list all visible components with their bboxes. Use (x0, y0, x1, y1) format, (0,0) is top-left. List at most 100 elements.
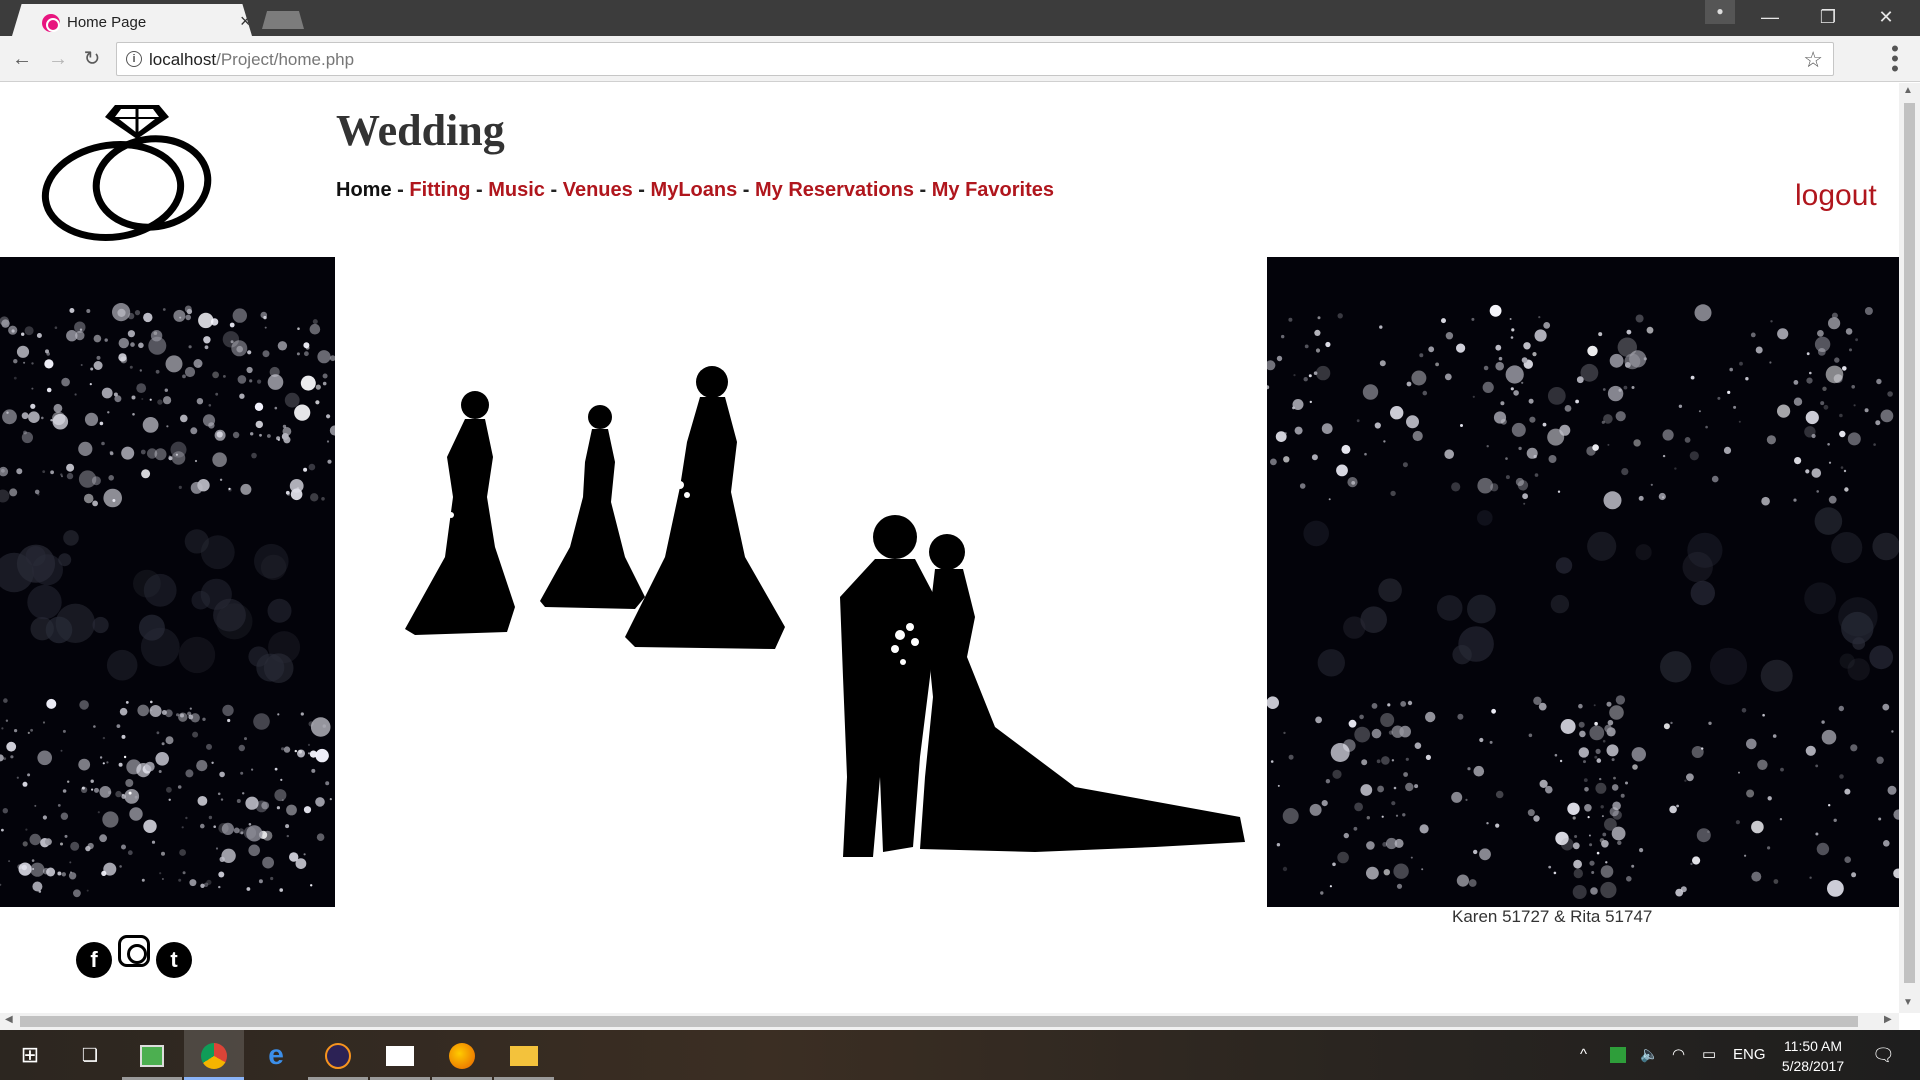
sparkle-dot (1554, 753, 1558, 757)
sparkle-dot (69, 861, 72, 864)
network-icon[interactable]: ◠ (1672, 1030, 1685, 1080)
sparkle-dot (258, 879, 263, 884)
vertical-scrollbar[interactable]: ▲ ▼ (1899, 83, 1920, 1013)
address-bar[interactable]: i localhost/Project/home.php ☆ (116, 42, 1834, 76)
sparkle-dot (310, 884, 313, 887)
scroll-left-arrow-icon[interactable]: ◀ (5, 1014, 13, 1025)
sparkle-dot (150, 330, 163, 342)
sparkle-dot (197, 479, 210, 492)
wedding-rings-logo[interactable] (35, 97, 215, 247)
system-clock[interactable]: 11:50 AM 5/28/2017 (1768, 1036, 1858, 1076)
sparkle-dot (309, 323, 321, 335)
sparkle-dot (1639, 848, 1644, 853)
sparkle-dot (121, 793, 125, 797)
sparkle-dot (1390, 490, 1396, 497)
nav-music[interactable]: Music (488, 179, 545, 201)
minimize-button[interactable]: — (1742, 0, 1798, 34)
sparkle-dot (260, 311, 268, 319)
firefox-icon[interactable] (432, 1030, 492, 1080)
sparkle-dot (1282, 866, 1288, 872)
sparkle-dot (113, 392, 118, 397)
page-viewport: Wedding Home - Fitting - Music - Venues … (0, 83, 1899, 1013)
bookmark-star-icon[interactable]: ☆ (1803, 47, 1823, 73)
facebook-icon[interactable]: f (76, 942, 112, 978)
sparkle-dot (123, 755, 127, 759)
forward-arrow-icon[interactable]: → (44, 45, 72, 73)
logout-link[interactable]: logout (1795, 179, 1877, 213)
close-window-button[interactable]: ✕ (1858, 0, 1914, 34)
vertical-scroll-thumb[interactable] (1904, 103, 1915, 983)
instagram-icon[interactable] (118, 935, 150, 967)
sparkle-dot (1828, 495, 1837, 504)
sparkle-dot (62, 729, 66, 733)
tab-close-icon[interactable]: × (240, 11, 251, 32)
sparkle-dot (1572, 885, 1587, 899)
start-button-icon[interactable]: ⊞ (0, 1030, 60, 1080)
back-arrow-icon[interactable]: ← (8, 45, 36, 73)
sparkle-dot (91, 788, 94, 791)
nav-home[interactable]: Home (336, 179, 392, 201)
sparkle-dot (188, 345, 192, 349)
mail-icon[interactable] (370, 1030, 430, 1080)
tray-app-icon[interactable] (1610, 1030, 1626, 1080)
notifications-icon[interactable]: 🗨 (1872, 1030, 1895, 1080)
task-view-icon[interactable]: ❏ (60, 1030, 120, 1080)
nav-venues[interactable]: Venues (563, 179, 633, 201)
sparkle-dot (206, 743, 212, 750)
sparkle-dot (165, 736, 174, 745)
nav-fitting[interactable]: Fitting (409, 179, 470, 201)
nav-myloans[interactable]: MyLoans (651, 179, 738, 201)
sparkle-dot (1579, 730, 1586, 738)
sparkle-dot (1321, 800, 1328, 807)
edge-icon[interactable]: e (246, 1030, 306, 1080)
sparkle-dot (1631, 747, 1646, 762)
chrome-icon[interactable] (184, 1030, 244, 1080)
restore-button[interactable]: ❐ (1800, 0, 1856, 34)
file-explorer-icon[interactable] (494, 1030, 554, 1080)
browser-menu-icon[interactable]: • • • (1888, 38, 1902, 80)
sparkle-dot (212, 371, 220, 379)
sparkle-dot (60, 842, 63, 846)
sparkle-dot (303, 853, 306, 856)
sparkle-dot (1878, 817, 1882, 821)
eclipse-icon[interactable] (308, 1030, 368, 1080)
sparkle-dot (16, 345, 30, 358)
sparkle-dot (1733, 405, 1737, 409)
sparkle-dot (1739, 361, 1743, 366)
scroll-up-arrow-icon[interactable]: ▲ (1903, 85, 1913, 96)
sparkle-dot (90, 779, 94, 783)
scroll-right-arrow-icon[interactable]: ▶ (1884, 1014, 1892, 1025)
tab-home-page[interactable]: Home Page × (12, 4, 252, 36)
sparkle-dot (24, 326, 34, 336)
sparkle-dot (1281, 334, 1285, 339)
profile-icon[interactable]: ● (1705, 0, 1735, 24)
twitter-icon[interactable]: t (156, 942, 192, 978)
sparkle-dot (1690, 862, 1693, 866)
scroll-down-arrow-icon[interactable]: ▼ (1903, 997, 1913, 1008)
sparkle-dot (16, 468, 23, 475)
sparkle-dot (5, 719, 9, 722)
photos-app-icon[interactable] (122, 1030, 182, 1080)
sparkle-dot (1383, 440, 1386, 443)
sparkle-dot (179, 849, 187, 856)
sparkle-dot (1575, 399, 1579, 404)
sparkle-dot (1589, 860, 1595, 866)
tray-chevron-icon[interactable]: ^ (1580, 1030, 1587, 1080)
language-indicator[interactable]: ENG (1733, 1030, 1766, 1080)
battery-icon[interactable]: ▭ (1702, 1030, 1716, 1080)
site-info-icon[interactable]: i (126, 51, 142, 67)
new-tab-button[interactable] (262, 11, 304, 29)
sparkle-dot (64, 834, 68, 838)
reload-icon[interactable]: ↻ (78, 45, 106, 73)
volume-icon[interactable]: 🔈 (1640, 1030, 1659, 1080)
sparkle-dot (1780, 767, 1784, 772)
horizontal-scrollbar[interactable]: ◀ ▶ (0, 1013, 1899, 1030)
nav-my-reservations[interactable]: My Reservations (755, 179, 914, 201)
horizontal-scroll-thumb[interactable] (20, 1016, 1858, 1027)
sparkle-dot (2, 409, 17, 425)
sparkle-dot (1374, 422, 1381, 429)
nav-my-favorites[interactable]: My Favorites (932, 179, 1054, 201)
main-nav: Home - Fitting - Music - Venues - MyLoan… (336, 179, 1054, 202)
sparkle-dot (285, 490, 290, 495)
sparkle-dot (121, 734, 126, 739)
